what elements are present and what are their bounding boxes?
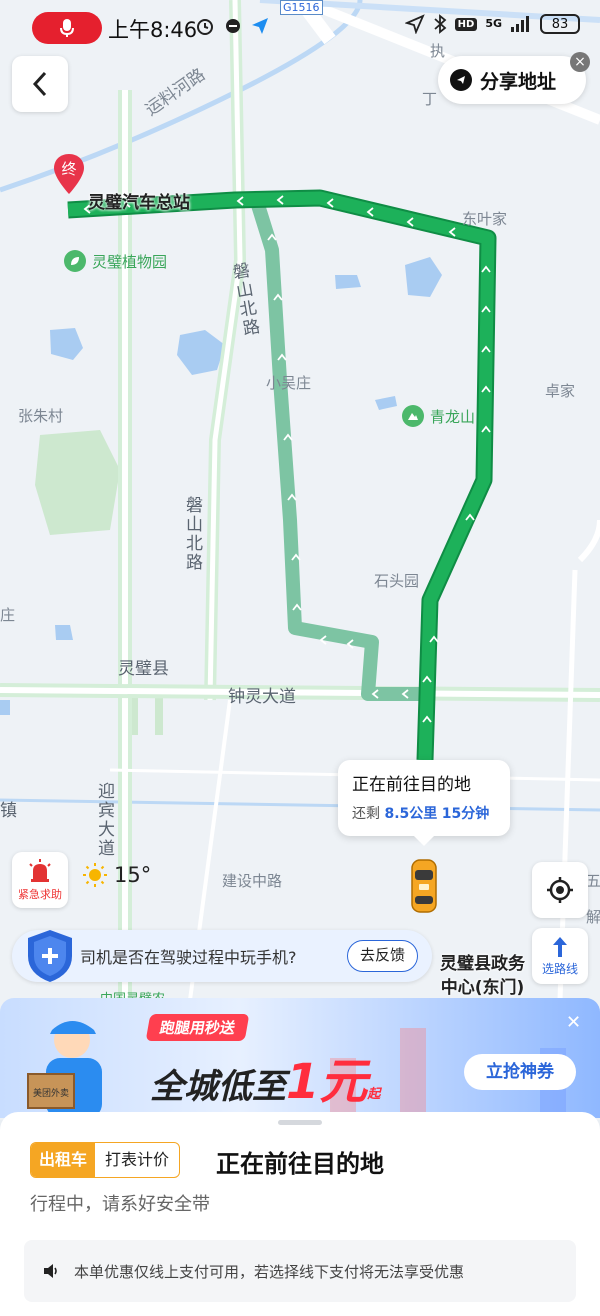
destination-label: 灵璧县政务 中心(东门) [440,952,525,1000]
battery-indicator: 83 [540,14,580,34]
payment-notice-text: 本单优惠仅线上支付可用，若选择线下支付将无法享受优惠 [74,1262,465,1281]
remaining-duration: 15分钟 [441,806,490,822]
place-label-lingbi-county: 灵璧县 [118,659,169,679]
promo-close-icon[interactable]: ✕ [566,1012,581,1033]
poi-qinglongshan[interactable]: 青龙山 [402,405,475,427]
grab-coupon-button[interactable]: 立抢神券 [464,1054,576,1090]
hd-badge: HD [454,17,478,31]
clock: 上午8:46 [108,18,198,42]
place-label-zhuang: 庄 [0,606,16,624]
go-feedback-button[interactable]: 去反馈 [346,940,418,972]
trip-bottom-sheet: 出租车 打表计价 正在前往目的地 行程中，请系好安全带 本单优惠仅线上支付可用，… [0,1112,600,1316]
promo-headline-prefix: 全城低至 [150,1067,286,1107]
taxi-tag: 出租车 [31,1143,96,1177]
destination-line2: 中心(东门) [440,978,525,998]
place-label-ding: 丁 [422,90,438,108]
promo-headline-amount: 1元 [286,1054,368,1110]
select-route-label: 选路线 [541,961,578,976]
poi-label: 青龙山 [430,407,476,426]
promo-headline-suffix: 起 [367,1087,381,1102]
place-label-xiaowuzhuang: 小吴庄 [266,374,312,392]
alarm-light-icon [29,858,51,882]
sheet-drag-handle[interactable] [278,1120,322,1125]
courier-illustration: 美团外卖 [10,1008,140,1118]
road-label-jianshe: 建设中路 [222,872,283,890]
meter-tag: 打表计价 [105,1150,170,1169]
place-label-zhujia: 卓家 [545,382,576,400]
crosshair-icon [547,877,573,903]
end-marker[interactable]: 终 [52,152,86,196]
road-label-zhongling: 钟灵大道 [228,687,296,707]
send-icon [252,18,268,34]
signal-icon [511,16,529,32]
poi-botanical-garden[interactable]: 灵璧植物园 [64,250,167,272]
battery-level: 83 [551,16,569,32]
status-bar: 上午8:46 HD 5G 83 [0,0,600,50]
promo-headline: 全城低至1元起 [150,1042,380,1112]
driver-phone-feedback-banner: 司机是否在驾驶过程中玩手机? 去反馈 [12,930,432,982]
mountain-icon [402,405,424,427]
trip-status-heading: 正在前往目的地 [216,1150,384,1178]
poi-label: 灵璧植物园 [92,252,168,271]
trip-status-bubble: 正在前往目的地 还剩 8.5公里 15分钟 [338,760,510,846]
promo-banner[interactable]: 美团外卖 跑腿用秒送 全城低至1元起 立抢神券 ✕ [0,998,600,1118]
share-location-icon [450,69,472,91]
end-pin-icon: 终 [54,154,84,194]
shield-icon [28,930,72,982]
weather-indicator: 15° [82,862,151,888]
taxi-car-icon [410,856,438,916]
payment-notice: 本单优惠仅线上支付可用，若选择线下支付将无法享受优惠 [24,1240,576,1302]
bluetooth-icon [434,14,447,34]
road-label-yingbin: 迎宾大道 [94,782,114,858]
remaining-distance: 8.5公里 [384,806,438,822]
svg-text:美团外卖: 美团外卖 [33,1087,69,1099]
alarm-icon [197,19,213,35]
do-not-disturb-icon [226,19,240,33]
location-arrow-icon [404,14,425,34]
select-route-button[interactable]: 选路线 [532,928,588,984]
sun-icon [83,863,107,887]
road-label-panshan-north-2: 磐山北路 [182,496,202,572]
promo-tag: 跑腿用秒送 [145,1014,250,1041]
trip-tags: 出租车 打表计价 [30,1142,181,1178]
arrow-up-icon [553,936,567,957]
feedback-question: 司机是否在驾驶过程中玩手机? [80,948,297,967]
trip-status-title: 正在前往目的地 [352,775,471,795]
recording-indicator[interactable] [32,12,102,44]
status-right-icons: HD 5G 83 [404,14,580,34]
trip-status-subtitle: 行程中，请系好安全带 [30,1194,210,1215]
place-label-zhangzhucun: 张朱村 [18,407,64,425]
microphone-icon [60,19,74,37]
speaker-icon [44,1264,57,1278]
place-label-dongyejia: 东叶家 [462,210,508,228]
share-close-icon[interactable]: × [570,52,590,72]
place-label-wu: 五 [586,872,600,890]
network-type: 5G [485,17,502,30]
back-button[interactable] [12,56,68,112]
trip-remaining: 还剩 8.5公里 15分钟 [352,803,496,823]
remaining-prefix: 还剩 [352,806,380,822]
start-station-label: 灵璧汽车总站 [88,193,190,213]
locate-me-button[interactable] [532,862,588,918]
share-address-button[interactable]: 分享地址 × [438,52,590,104]
emergency-help-button[interactable]: 紧急求助 [12,852,68,908]
leaf-icon [64,250,86,272]
place-label-zhen: 镇 [0,801,17,821]
status-left-icons [195,16,269,36]
place-label-xie: 解 [586,908,600,926]
chevron-left-icon [32,71,47,97]
place-label-shitouyuan: 石头园 [374,572,420,590]
temperature: 15° [114,863,152,887]
emergency-help-label: 紧急求助 [18,887,62,901]
svg-text:终: 终 [61,160,76,178]
destination-line1: 灵璧县政务 [440,954,525,974]
share-address-label: 分享地址 [480,70,557,93]
